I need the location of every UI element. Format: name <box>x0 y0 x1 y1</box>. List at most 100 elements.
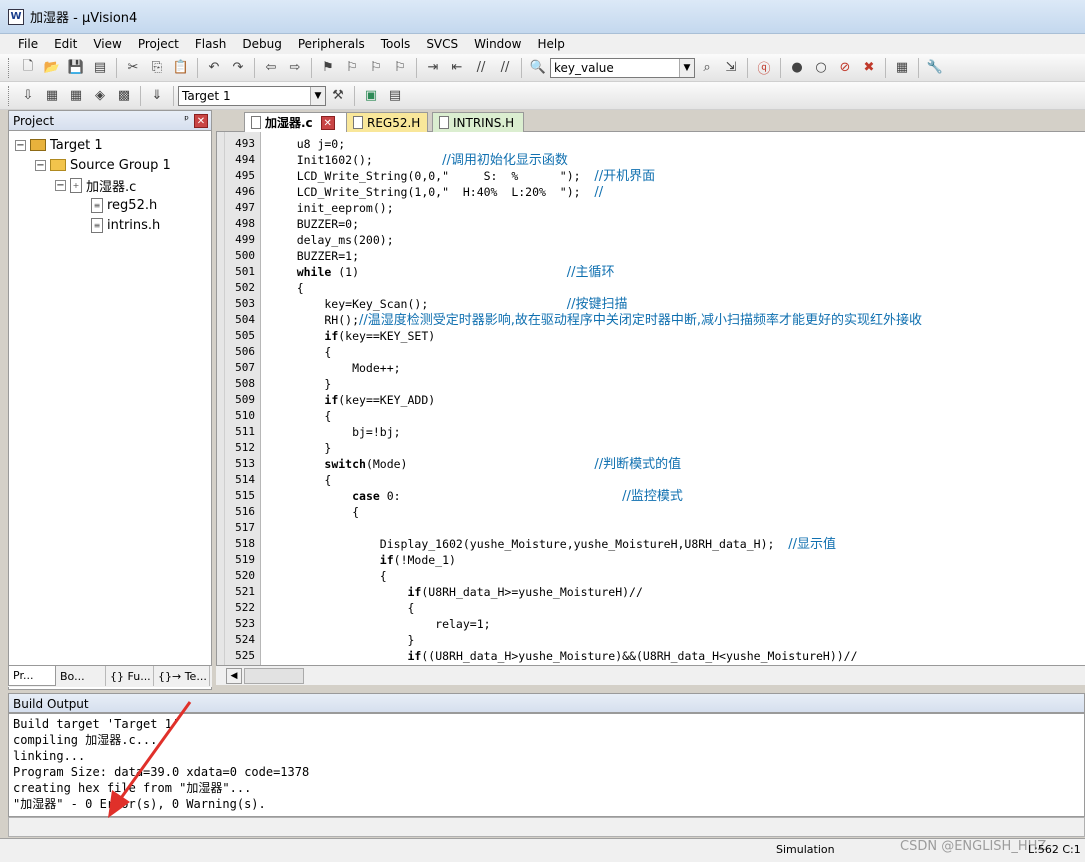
code-line: if(key==KEY_ADD) <box>324 393 436 407</box>
uvision-icon: W <box>8 8 24 25</box>
incremental-find-icon[interactable]: ⇲ <box>721 58 741 78</box>
menu-window[interactable]: Window <box>466 34 529 54</box>
breakpoint-insert-icon[interactable]: ● <box>787 58 807 78</box>
code-line: key=Key_Scan(); //按键扫描 <box>269 297 628 312</box>
target-options-icon[interactable]: ⚒ <box>328 86 348 106</box>
close-icon[interactable]: ✕ <box>320 115 335 130</box>
menu-peripherals[interactable]: Peripherals <box>290 34 373 54</box>
configure-icon[interactable]: 🔧 <box>925 58 945 78</box>
rebuild-icon[interactable]: ▦ <box>66 86 86 106</box>
save-all-icon[interactable]: ▤ <box>90 58 110 78</box>
indent-icon[interactable]: ⇥ <box>423 58 443 78</box>
bookmark-next-icon[interactable]: ⚐ <box>366 58 386 78</box>
undo-icon[interactable]: ↶ <box>204 58 224 78</box>
redo-icon[interactable]: ↷ <box>228 58 248 78</box>
breakpoint-disable-all-icon[interactable]: ⊘ <box>835 58 855 78</box>
stop-build-icon[interactable]: ▩ <box>114 86 134 106</box>
menu-view[interactable]: View <box>85 34 129 54</box>
bookmark-icon[interactable]: ⚑ <box>318 58 338 78</box>
menu-tools[interactable]: Tools <box>373 34 419 54</box>
select-packs-icon[interactable]: ▤ <box>385 86 405 106</box>
target-combo[interactable]: Target 1 ▼ <box>178 85 326 106</box>
watermark: CSDN @ENGLISH_HHZ <box>900 839 1047 854</box>
collapse-icon[interactable]: − <box>15 139 26 151</box>
tree-item-header[interactable]: ≡ reg52.h <box>91 195 157 215</box>
cut-icon[interactable]: ✂ <box>123 58 143 78</box>
toolbar-grip[interactable] <box>8 57 12 78</box>
find-in-files-icon[interactable]: 🔍 <box>528 58 548 78</box>
build-output[interactable]: Build target 'Target 1' compiling 加湿器.c.… <box>8 713 1085 817</box>
breakpoint-enable-icon[interactable]: ○ <box>811 58 831 78</box>
line-number: 507 <box>235 361 255 374</box>
scroll-thumb[interactable] <box>244 668 304 684</box>
collapse-icon[interactable]: − <box>55 179 66 191</box>
batch-build-icon[interactable]: ◈ <box>90 86 110 106</box>
breakpoint-kill-all-icon[interactable]: ✖ <box>859 58 879 78</box>
nav-back-icon[interactable]: ⇦ <box>261 58 281 78</box>
copy-icon[interactable]: ⎘ <box>147 58 167 78</box>
chevron-down-icon[interactable]: ▼ <box>310 86 325 105</box>
translate-icon[interactable]: ⇩ <box>18 86 38 106</box>
build-icon[interactable]: ▦ <box>42 86 62 106</box>
code-line: relay=1; <box>269 617 491 631</box>
code-line: } <box>269 441 332 455</box>
menu-file[interactable]: File <box>10 34 46 54</box>
download-icon[interactable]: ⇓ <box>147 86 167 106</box>
tab-intrins[interactable]: INTRINS.H <box>432 112 524 132</box>
toolbar-grip[interactable] <box>8 85 12 106</box>
tree-label: Target 1 <box>50 137 103 153</box>
pin-icon[interactable]: ᵖ <box>184 113 189 126</box>
breakpoint-margin[interactable] <box>217 132 225 665</box>
bookmark-clear-icon[interactable]: ⚐ <box>390 58 410 78</box>
tab-project[interactable]: Pr... <box>8 666 56 686</box>
uncomment-icon[interactable]: // <box>495 58 515 78</box>
collapse-icon[interactable]: − <box>35 159 46 171</box>
line-number: 516 <box>235 505 255 518</box>
scroll-left-icon[interactable]: ◀ <box>226 668 242 684</box>
editor-tabs: 加湿器.c ✕ REG52.H INTRINS.H <box>216 110 1085 132</box>
new-file-icon[interactable]: 🗋 <box>18 58 38 78</box>
line-number: 493 <box>235 137 255 150</box>
nav-forward-icon[interactable]: ⇨ <box>285 58 305 78</box>
tab-reg52[interactable]: REG52.H <box>346 112 428 132</box>
code-editor[interactable]: 493 u8 j=0; 494 Init1602(); //调用初始化显示函数 49… <box>216 132 1085 665</box>
tab-books[interactable]: Bo... <box>56 666 106 686</box>
menu-edit[interactable]: Edit <box>46 34 85 54</box>
line-number: 522 <box>235 601 255 614</box>
chevron-down-icon[interactable]: ▼ <box>679 58 694 77</box>
code-line: LCD_Write_String(1,0," H:40% L:20% "); /… <box>269 185 604 200</box>
menu-svcs[interactable]: SVCS <box>418 34 466 54</box>
tree-item-target[interactable]: − Target 1 <box>15 135 103 155</box>
project-panel-header: Project ᵖ ✕ <box>9 111 211 131</box>
tree-item-group[interactable]: − Source Group 1 <box>35 155 171 175</box>
bookmark-prev-icon[interactable]: ⚐ <box>342 58 362 78</box>
code-comment: //按键扫描 <box>566 297 628 312</box>
tree-item-file[interactable]: − + 加湿器.c <box>55 175 136 195</box>
unindent-icon[interactable]: ⇤ <box>447 58 467 78</box>
code-line: if(U8RH_data_H>=yushe_MoistureH)// <box>407 585 643 599</box>
find-icon[interactable]: ⌕ <box>697 58 717 78</box>
debug-start-icon[interactable]: ⓠ <box>754 58 774 78</box>
editor-horizontal-scrollbar[interactable]: ◀ <box>216 665 1085 685</box>
code-line: if(key==KEY_SET) <box>324 329 436 343</box>
tab-templates[interactable]: {}→ Te... <box>154 666 210 686</box>
keyword: while <box>296 265 332 279</box>
find-combo[interactable]: key_value ▼ <box>550 57 695 78</box>
tab-functions[interactable]: {} Fu... <box>106 666 154 686</box>
menu-debug[interactable]: Debug <box>234 34 289 54</box>
h-file-icon: ≡ <box>91 197 103 213</box>
tree-item-header[interactable]: ≡ intrins.h <box>91 215 160 235</box>
code-comment: //开机界面 <box>594 169 656 184</box>
manage-components-icon[interactable]: ▣ <box>361 86 381 106</box>
build-output-scrollbar[interactable] <box>8 817 1085 837</box>
paste-icon[interactable]: 📋 <box>171 58 191 78</box>
menu-flash[interactable]: Flash <box>187 34 234 54</box>
window-layout-icon[interactable]: ▦ <box>892 58 912 78</box>
title-bar: W 加湿器 - µVision4 <box>0 0 1085 34</box>
save-icon[interactable]: 💾 <box>66 58 86 78</box>
open-file-icon[interactable]: 📂 <box>42 58 62 78</box>
close-icon[interactable]: ✕ <box>194 114 208 128</box>
comment-icon[interactable]: // <box>471 58 491 78</box>
menu-help[interactable]: Help <box>529 34 572 54</box>
menu-project[interactable]: Project <box>130 34 187 54</box>
